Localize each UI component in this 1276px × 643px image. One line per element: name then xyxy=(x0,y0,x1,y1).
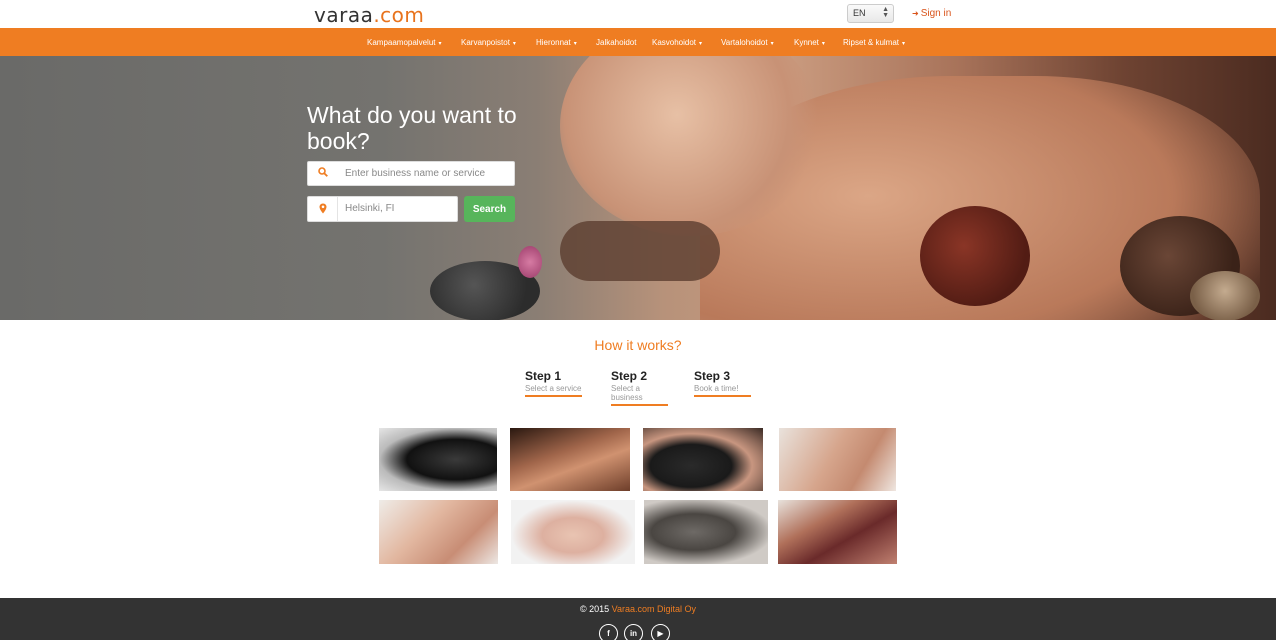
nav-item-label: Jalkahoidot xyxy=(596,38,637,47)
language-select[interactable]: EN ▲ ▼ xyxy=(847,4,894,23)
caret-down-icon: ▾ xyxy=(438,41,442,47)
caret-down-icon: ▾ xyxy=(699,41,703,47)
category-nav: Kampaamopalvelut ▾ Karvanpoistot ▾ Hieronn… xyxy=(0,28,1276,56)
service-tile-back-massage[interactable] xyxy=(510,428,630,491)
logo-suffix: .com xyxy=(373,3,425,27)
service-search-field[interactable] xyxy=(307,161,515,186)
select-arrows-icon: ▲ ▼ xyxy=(882,6,889,19)
language-value: EN xyxy=(853,8,866,18)
service-tile-leg-waxing[interactable] xyxy=(778,500,897,564)
sign-in-label: Sign in xyxy=(920,8,952,19)
how-it-works-title: How it works? xyxy=(594,337,682,353)
hero-image-decor-ball xyxy=(920,206,1030,306)
caret-down-icon: ▾ xyxy=(512,41,516,47)
step-description: Select a business xyxy=(611,384,643,402)
hero-image-towel xyxy=(560,221,720,281)
service-tile-manicure[interactable] xyxy=(511,500,635,564)
step-name: Step 3 xyxy=(694,369,731,383)
service-tile-face-mask[interactable] xyxy=(644,500,768,564)
nav-item-label: Kasvohoidot xyxy=(652,38,697,47)
nav-item-label: Karvanpoistot xyxy=(461,38,510,47)
search-button[interactable]: Search xyxy=(464,196,515,222)
step-underline xyxy=(694,395,751,397)
nav-item-jalkahoidot[interactable]: Jalkahoidot xyxy=(596,38,636,47)
step-description: Book a time! xyxy=(694,384,739,393)
service-tile-haircut[interactable] xyxy=(643,428,763,491)
hero-title: What do you want to book? xyxy=(307,102,517,154)
nav-item-karvanpoistot[interactable]: Karvanpoistot ▾ xyxy=(461,38,516,47)
caret-down-icon: ▾ xyxy=(902,41,906,47)
nav-item-label: Hieronnat xyxy=(536,38,571,47)
logo-main: varaa xyxy=(314,3,374,27)
step-name: Step 1 xyxy=(525,369,562,383)
nav-item-kasvohoidot[interactable]: Kasvohoidot ▾ xyxy=(652,38,702,47)
sign-in-icon: ➜ xyxy=(912,9,919,18)
nav-item-kampaamopalvelut[interactable]: Kampaamopalvelut ▾ xyxy=(367,38,442,47)
location-field[interactable] xyxy=(307,196,505,222)
footer: © 2015 Varaa.com Digital Oy f in ▶ xyxy=(0,598,1276,643)
nav-item-label: Kampaamopalvelut xyxy=(367,38,436,47)
service-tile-leg-massage[interactable] xyxy=(779,428,896,491)
linkedin-icon[interactable]: in xyxy=(624,624,643,643)
caret-down-icon: ▾ xyxy=(821,41,825,47)
step-description: Select a service xyxy=(525,384,582,393)
company-link[interactable]: Varaa.com Digital Oy xyxy=(612,604,696,614)
nav-item-hieronnat[interactable]: Hieronnat ▾ xyxy=(536,38,577,47)
field-divider xyxy=(337,197,338,221)
hero-image-flower xyxy=(518,246,542,278)
caret-down-icon: ▾ xyxy=(770,41,774,47)
facebook-icon[interactable]: f xyxy=(599,624,618,643)
logo[interactable]: varaa.com xyxy=(314,3,424,27)
service-tile-eyelash-extension[interactable] xyxy=(379,428,497,491)
map-pin-icon xyxy=(319,203,327,214)
step-underline xyxy=(611,404,668,406)
nav-item-label: Kynnet xyxy=(794,38,819,47)
top-bar: varaa.com EN ▲ ▼ ➜ Sign in xyxy=(0,0,1276,28)
step-1: Step 1 Select a service xyxy=(525,369,582,397)
nav-item-kynnet[interactable]: Kynnet ▾ xyxy=(794,38,825,47)
copyright: © 2015 Varaa.com Digital Oy xyxy=(0,604,1276,614)
copyright-year: © 2015 xyxy=(579,604,610,614)
search-icon xyxy=(318,167,328,177)
nav-item-label: Vartalohoidot xyxy=(721,38,768,47)
service-search-input[interactable] xyxy=(345,162,505,185)
step-2: Step 2 Select a business xyxy=(611,369,668,406)
nav-item-ripset-kulmat[interactable]: Ripset & kulmat ▾ xyxy=(843,38,905,47)
step-3: Step 3 Book a time! xyxy=(694,369,751,397)
hero-banner: What do you want to book? Search xyxy=(0,56,1276,320)
hero-image-shell xyxy=(1190,271,1260,320)
sign-in-link[interactable]: ➜ Sign in xyxy=(912,8,951,19)
nav-item-vartalohoidot[interactable]: Vartalohoidot ▾ xyxy=(721,38,774,47)
nav-item-label: Ripset & kulmat xyxy=(843,38,900,47)
caret-down-icon: ▾ xyxy=(573,41,577,47)
step-underline xyxy=(525,395,582,397)
youtube-icon[interactable]: ▶ xyxy=(651,624,670,643)
step-name: Step 2 xyxy=(611,369,648,383)
service-tile-foot-massage[interactable] xyxy=(379,500,498,564)
